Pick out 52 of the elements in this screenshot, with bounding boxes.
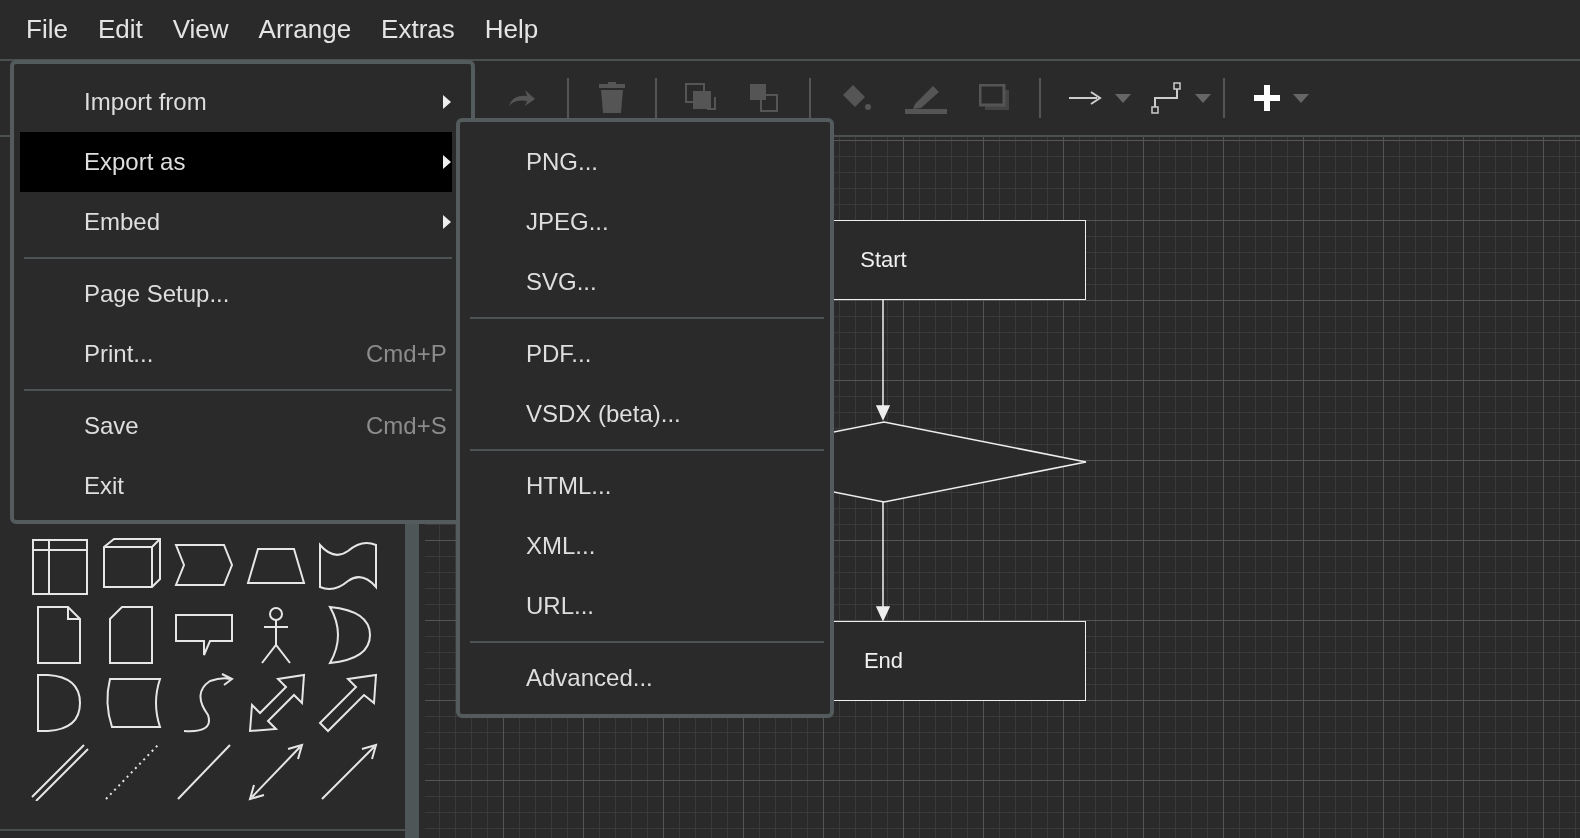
menu-item[interactable]: Export as xyxy=(20,132,452,192)
menu-item-label: Exit xyxy=(84,472,124,500)
double-line-icon[interactable] xyxy=(30,741,90,801)
menu-item-label: SVG... xyxy=(526,268,597,296)
plus-icon[interactable] xyxy=(1253,84,1281,112)
menu-item-label: PNG... xyxy=(526,148,598,176)
menu-item-label: JPEG... xyxy=(526,208,609,236)
arrow-icon[interactable] xyxy=(1069,91,1103,105)
menu-bar-item[interactable]: Arrange xyxy=(258,14,352,45)
caret-icon[interactable] xyxy=(1115,93,1131,103)
menu-item[interactable]: XML... xyxy=(466,516,824,576)
caret-icon[interactable] xyxy=(1195,93,1211,103)
menu-item-label: URL... xyxy=(526,592,594,620)
menu-item[interactable]: VSDX (beta)... xyxy=(466,384,824,444)
menu-item[interactable]: Page Setup... xyxy=(20,264,452,324)
menu-bar-item[interactable]: Edit xyxy=(97,14,143,45)
connector-arrow[interactable] xyxy=(873,300,893,421)
shortcut-label: Cmd+P xyxy=(366,340,447,368)
menu-item-label: XML... xyxy=(526,532,596,560)
thick-arrow-icon[interactable] xyxy=(318,673,378,733)
shortcut-label: Cmd+S xyxy=(366,412,447,440)
menu-item[interactable]: Print... Cmd+P xyxy=(20,324,452,384)
waypoint-icon[interactable] xyxy=(1151,82,1183,114)
menu-bar-item[interactable]: View xyxy=(172,14,229,45)
menu-item[interactable]: Import from xyxy=(20,72,452,132)
menu-bar-item[interactable]: File xyxy=(26,14,68,45)
menu-item-label: Embed xyxy=(84,208,161,236)
submenu-arrow-icon xyxy=(443,215,451,229)
menu-item-label: Page Setup... xyxy=(84,280,230,308)
caret-icon[interactable] xyxy=(1293,93,1309,103)
submenu-arrow-icon xyxy=(443,155,451,169)
menu-item-label: VSDX (beta)... xyxy=(526,400,681,428)
menu-item-label: PDF... xyxy=(526,340,592,368)
menu-item[interactable]: Exit xyxy=(20,456,452,516)
menu-bar-item[interactable]: Help xyxy=(484,14,539,45)
menu-item[interactable]: HTML... xyxy=(466,456,824,516)
menu-item[interactable]: Embed xyxy=(20,192,452,252)
connector-arrow[interactable] xyxy=(873,501,893,622)
menu-item-label: Print... xyxy=(84,340,154,368)
menu-item[interactable]: Save Cmd+S xyxy=(20,396,452,456)
bidirectional-arrow-icon[interactable] xyxy=(246,741,306,801)
table-shape-icon[interactable] xyxy=(30,537,90,597)
menu-item-label: Export as xyxy=(84,148,186,176)
menu-item[interactable]: PNG... xyxy=(466,132,824,192)
menu-item[interactable]: PDF... xyxy=(466,324,824,384)
menu-item-label: Import from xyxy=(84,88,207,116)
menu-item-label: Advanced... xyxy=(526,664,653,692)
menu-bar-item[interactable]: Extras xyxy=(381,14,455,45)
menu-item-label: HTML... xyxy=(526,472,612,500)
double-arrow-icon[interactable] xyxy=(246,673,306,733)
menu-item-label: Save xyxy=(84,412,139,440)
submenu-arrow-icon xyxy=(443,95,451,109)
